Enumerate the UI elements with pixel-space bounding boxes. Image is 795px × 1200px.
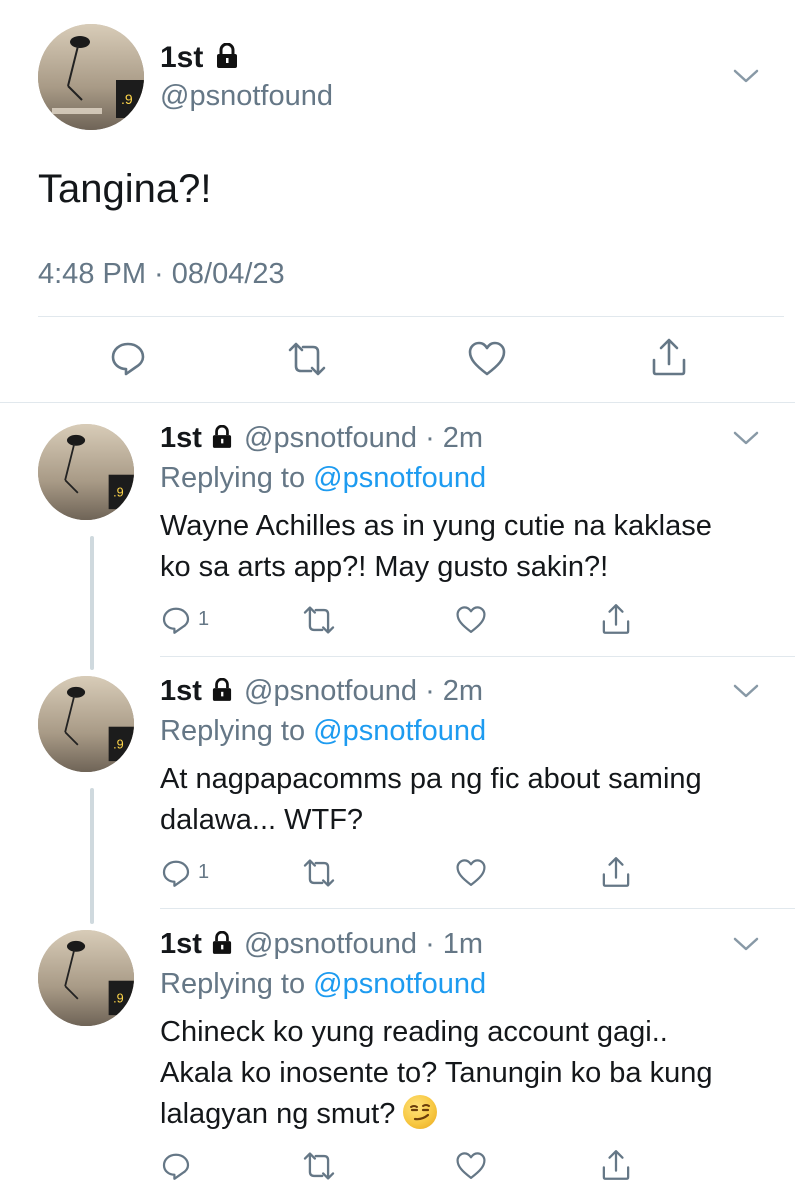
reply-text-line: Wayne Achilles as in yung cutie na kakla… — [160, 510, 712, 542]
svg-text:.9: .9 — [113, 485, 124, 499]
lock-icon — [212, 678, 232, 702]
reply-text-line: lalagyan ng smut? — [160, 1098, 396, 1130]
replying-to-label: Replying to — [160, 715, 306, 747]
chevron-down-icon[interactable] — [732, 428, 760, 448]
author-handle[interactable]: @psnotfound — [244, 928, 417, 960]
tweet-timestamp[interactable]: 4:48 PM · 08/04/23 — [38, 256, 285, 292]
avatar[interactable]: .9 — [38, 676, 134, 772]
author-handle[interactable]: @psnotfound — [244, 422, 417, 454]
chevron-down-icon[interactable] — [732, 66, 760, 86]
author-name[interactable]: 1st — [160, 40, 238, 76]
reply-text: At nagpapacomms pa ng fic about saming d… — [160, 759, 702, 841]
share-icon[interactable] — [600, 1148, 632, 1182]
svg-text:.9: .9 — [121, 91, 133, 107]
reply-text-line: Akala ko inosente to? Tanungin ko ba kun… — [160, 1057, 713, 1089]
divider — [0, 402, 795, 403]
reply-text: Wayne Achilles as in yung cutie na kakla… — [160, 506, 712, 588]
author-name[interactable]: 1st — [160, 675, 202, 707]
thread-line — [90, 536, 94, 670]
like-icon[interactable] — [455, 858, 487, 888]
reply-text-line: dalawa... WTF? — [160, 804, 364, 836]
svg-text:.9: .9 — [113, 737, 124, 751]
reply-icon[interactable] — [160, 604, 192, 636]
smirking-face-emoji — [403, 1095, 438, 1129]
share-icon[interactable] — [600, 855, 632, 889]
reply-text-line: Chineck ko yung reading account gagi.. — [160, 1016, 668, 1048]
author-name[interactable]: 1st — [160, 422, 202, 454]
lock-icon — [216, 43, 238, 69]
author-name[interactable]: 1st — [160, 928, 202, 960]
reply-text-line: At nagpapacomms pa ng fic about saming — [160, 763, 702, 795]
like-icon[interactable] — [467, 340, 507, 378]
replying-to-label: Replying to — [160, 968, 306, 1000]
reply-text-line: ko sa arts app?! May gusto sakin?! — [160, 551, 609, 583]
reply-time: · 2m — [425, 422, 484, 454]
lock-icon — [212, 425, 232, 449]
reply-time: · 1m — [425, 928, 484, 960]
reply-icon[interactable] — [160, 1150, 192, 1182]
reply-count: 1 — [198, 861, 210, 883]
avatar[interactable]: .9 — [38, 930, 134, 1026]
retweet-icon[interactable] — [284, 340, 330, 378]
like-icon[interactable] — [455, 605, 487, 635]
replying-to: Replying to @psnotfound — [160, 713, 486, 749]
avatar[interactable]: .9 — [38, 24, 144, 130]
retweet-icon[interactable] — [300, 604, 338, 636]
replying-to: Replying to @psnotfound — [160, 460, 486, 496]
replying-to-link[interactable]: @psnotfound — [313, 715, 486, 747]
reply-text: Chineck ko yung reading account gagi.. A… — [160, 1012, 713, 1135]
reply-count: 1 — [198, 608, 210, 630]
reply-header: 1st @psnotfound · 2m — [160, 673, 483, 709]
avatar[interactable]: .9 — [38, 424, 134, 520]
replying-to: Replying to @psnotfound — [160, 966, 486, 1002]
author-handle[interactable]: @psnotfound — [160, 78, 333, 114]
reply-icon[interactable] — [160, 857, 192, 889]
retweet-icon[interactable] — [300, 1150, 338, 1182]
author-name-text: 1st — [160, 41, 204, 74]
retweet-icon[interactable] — [300, 857, 338, 889]
like-icon[interactable] — [455, 1151, 487, 1181]
share-icon[interactable] — [600, 602, 632, 636]
author-handle[interactable]: @psnotfound — [244, 675, 417, 707]
thread-line — [90, 788, 94, 924]
reply-header: 1st @psnotfound · 2m — [160, 420, 483, 456]
chevron-down-icon[interactable] — [732, 934, 760, 954]
reply-icon[interactable] — [108, 338, 148, 378]
replying-to-label: Replying to — [160, 462, 306, 494]
reply-header: 1st @psnotfound · 1m — [160, 926, 483, 962]
share-icon[interactable] — [650, 336, 688, 378]
replying-to-link[interactable]: @psnotfound — [313, 462, 486, 494]
reply-time: · 2m — [425, 675, 484, 707]
replying-to-link[interactable]: @psnotfound — [313, 968, 486, 1000]
divider — [160, 656, 795, 657]
reply-text-line-with-emoji: lalagyan ng smut? — [160, 1094, 713, 1135]
divider — [160, 908, 795, 909]
lock-icon — [212, 931, 232, 955]
svg-text:.9: .9 — [113, 991, 124, 1005]
tweet-text: Tangina?! — [38, 167, 212, 211]
divider — [38, 316, 784, 317]
chevron-down-icon[interactable] — [732, 681, 760, 701]
